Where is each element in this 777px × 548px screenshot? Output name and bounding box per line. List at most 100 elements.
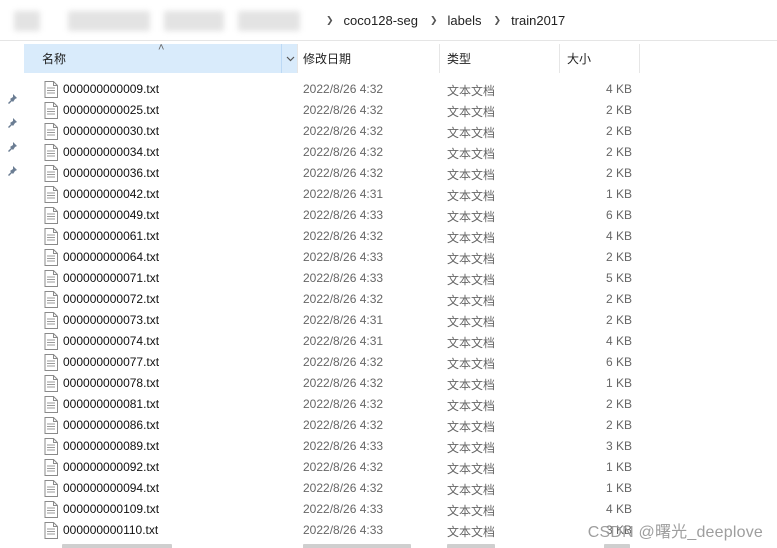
column-header-name[interactable]: ˄ 名称 [24, 42, 299, 73]
text-file-icon [44, 165, 58, 182]
file-size: 4 KB [605, 502, 632, 516]
file-size: 2 KB [605, 145, 632, 159]
file-date: 2022/8/26 4:32 [303, 166, 384, 180]
file-size: 2 KB [605, 397, 632, 411]
pin-icon[interactable] [6, 165, 18, 177]
file-size: 1 KB [605, 376, 632, 390]
file-type: 文本文档 [447, 357, 496, 371]
file-size: 2 KB [605, 418, 632, 432]
pin-icon[interactable] [6, 117, 18, 129]
file-type: 文本文档 [447, 252, 496, 266]
file-size: 6 KB [605, 208, 632, 222]
file-row[interactable]: 000000000034.txt 2022/8/26 4:32 文本文档 2 KB [24, 142, 640, 163]
file-row[interactable]: 000000000042.txt 2022/8/26 4:31 文本文档 1 KB [24, 184, 640, 205]
file-type: 文本文档 [447, 231, 496, 245]
file-date: 2022/8/26 4:32 [303, 103, 384, 117]
file-row[interactable]: 000000000072.txt 2022/8/26 4:32 文本文档 2 KB [24, 289, 640, 310]
file-type: 文本文档 [447, 126, 496, 140]
file-date: 2022/8/26 4:33 [303, 208, 384, 222]
file-row[interactable]: 000000000077.txt 2022/8/26 4:32 文本文档 6 KB [24, 352, 640, 373]
file-row[interactable]: 000000000073.txt 2022/8/26 4:31 文本文档 2 KB [24, 310, 640, 331]
quick-access-pane [0, 41, 24, 548]
file-date: 2022/8/26 4:32 [303, 481, 384, 495]
column-header-type[interactable]: 类型 [440, 44, 560, 73]
file-date: 2022/8/26 4:33 [303, 502, 384, 516]
file-date: 2022/8/26 4:32 [303, 229, 384, 243]
column-header-name-label: 名称 [42, 52, 67, 66]
chevron-right-icon[interactable]: ❯ [494, 15, 502, 26]
file-name: 000000000042.txt [63, 187, 160, 201]
file-name: 000000000078.txt [63, 376, 160, 390]
file-type: 文本文档 [447, 441, 496, 455]
file-row[interactable]: 000000000078.txt 2022/8/26 4:32 文本文档 1 KB [24, 373, 640, 394]
file-row[interactable]: 000000000030.txt 2022/8/26 4:32 文本文档 2 KB [24, 121, 640, 142]
text-file-icon [44, 333, 58, 350]
file-type: 文本文档 [447, 168, 496, 182]
file-row[interactable]: 000000000061.txt 2022/8/26 4:32 文本文档 4 KB [24, 226, 640, 247]
file-name: 000000000061.txt [63, 229, 160, 243]
file-name: 000000000036.txt [63, 166, 160, 180]
column-header-date[interactable]: 修改日期 [298, 44, 440, 73]
text-file-icon [44, 396, 58, 413]
file-name: 000000000030.txt [63, 124, 160, 138]
blurred-path-segment [68, 11, 150, 31]
file-name: 000000000077.txt [63, 355, 160, 369]
file-size: 1 KB [605, 187, 632, 201]
file-row[interactable]: 000000000089.txt 2022/8/26 4:33 文本文档 3 KB [24, 436, 640, 457]
file-type: 文本文档 [447, 147, 496, 161]
file-row[interactable]: 000000000009.txt 2022/8/26 4:32 文本文档 4 KB [24, 79, 640, 100]
file-size: 2 KB [605, 250, 632, 264]
file-row[interactable]: 000000000025.txt 2022/8/26 4:32 文本文档 2 KB [24, 100, 640, 121]
breadcrumb-item[interactable]: coco128-seg [342, 11, 420, 30]
file-type: 文本文档 [447, 315, 496, 329]
file-date: 2022/8/26 4:32 [303, 418, 384, 432]
file-date: 2022/8/26 4:33 [303, 250, 384, 264]
watermark: CSDN @曙光_deeplove [587, 524, 763, 541]
file-name: 000000000073.txt [63, 313, 160, 327]
chevron-right-icon[interactable]: ❯ [326, 15, 334, 26]
file-name: 000000000110.txt [63, 523, 159, 537]
partial-row [24, 542, 640, 548]
file-row[interactable]: 000000000110.txt 2022/8/26 4:33 文本文档 3 KB [24, 520, 640, 541]
file-row[interactable]: 000000000049.txt 2022/8/26 4:33 文本文档 6 KB [24, 205, 640, 226]
file-row[interactable]: 000000000092.txt 2022/8/26 4:32 文本文档 1 KB [24, 457, 640, 478]
file-date: 2022/8/26 4:32 [303, 355, 384, 369]
file-date: 2022/8/26 4:31 [303, 187, 384, 201]
breadcrumb-item[interactable]: labels [446, 11, 484, 30]
address-bar[interactable]: ❯ coco128-seg ❯ labels ❯ train2017 [0, 0, 777, 41]
text-file-icon [44, 249, 58, 266]
file-row[interactable]: 000000000074.txt 2022/8/26 4:31 文本文档 4 KB [24, 331, 640, 352]
file-row[interactable]: 000000000094.txt 2022/8/26 4:32 文本文档 1 KB [24, 478, 640, 499]
file-size: 5 KB [605, 271, 632, 285]
file-date: 2022/8/26 4:31 [303, 334, 384, 348]
file-row[interactable]: 000000000071.txt 2022/8/26 4:33 文本文档 5 KB [24, 268, 640, 289]
text-file-icon [44, 459, 58, 476]
file-row[interactable]: 000000000109.txt 2022/8/26 4:33 文本文档 4 KB [24, 499, 640, 520]
file-row[interactable]: 000000000036.txt 2022/8/26 4:32 文本文档 2 KB [24, 163, 640, 184]
file-name: 000000000049.txt [63, 208, 160, 222]
file-date: 2022/8/26 4:33 [303, 439, 384, 453]
chevron-right-icon[interactable]: ❯ [430, 15, 438, 26]
breadcrumb-item[interactable]: train2017 [509, 11, 567, 30]
file-row[interactable]: 000000000081.txt 2022/8/26 4:32 文本文档 2 KB [24, 394, 640, 415]
file-name: 000000000025.txt [63, 103, 160, 117]
file-row[interactable]: 000000000064.txt 2022/8/26 4:33 文本文档 2 KB [24, 247, 640, 268]
column-header-size[interactable]: 大小 [560, 44, 640, 73]
file-row[interactable]: 000000000086.txt 2022/8/26 4:32 文本文档 2 KB [24, 415, 640, 436]
pin-icon[interactable] [6, 93, 18, 105]
file-date: 2022/8/26 4:32 [303, 292, 384, 306]
text-file-icon [44, 354, 58, 371]
file-name: 000000000109.txt [63, 502, 160, 516]
file-size: 1 KB [605, 460, 632, 474]
text-file-icon [44, 144, 58, 161]
chevron-down-icon[interactable] [281, 44, 299, 73]
file-list: 000000000009.txt 2022/8/26 4:32 文本文档 4 KB 00… [24, 79, 640, 541]
file-size: 4 KB [605, 229, 632, 243]
file-date: 2022/8/26 4:32 [303, 397, 384, 411]
file-type: 文本文档 [447, 105, 496, 119]
file-type: 文本文档 [447, 378, 496, 392]
chevron-up-icon: ˄ [158, 42, 165, 54]
column-header-row: ˄ 名称 修改日期 类型 大小 [24, 42, 640, 73]
text-file-icon [44, 438, 58, 455]
pin-icon[interactable] [6, 141, 18, 153]
